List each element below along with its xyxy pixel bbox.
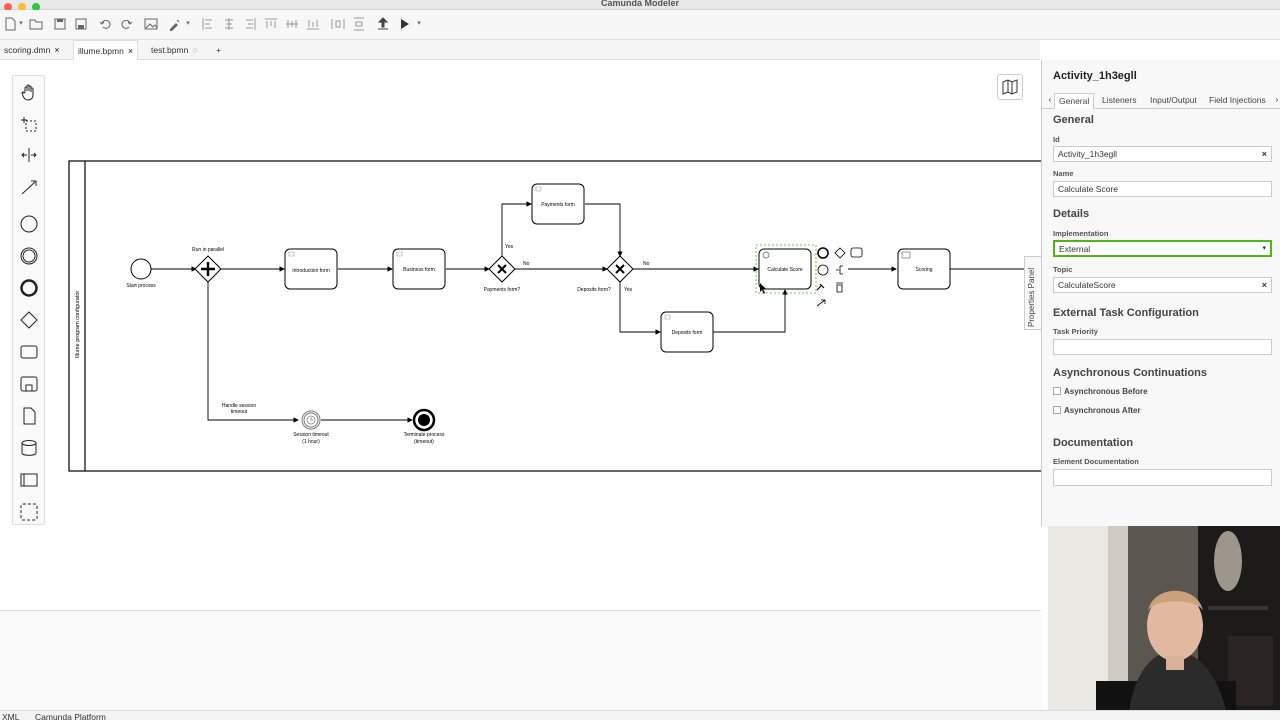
data-store-icon[interactable] xyxy=(20,439,38,457)
xml-view-toggle[interactable]: XML xyxy=(2,711,19,723)
svg-text:Deposits form: Deposits form xyxy=(672,330,703,336)
flow-label-no: No xyxy=(643,261,650,267)
id-field[interactable]: Activity_1h3egll × xyxy=(1053,146,1272,162)
bpmn-diagram[interactable]: Illume program configurator Start proces… xyxy=(0,0,1041,610)
element-id-title: Activity_1h3egll xyxy=(1053,70,1137,82)
flow-label-no: No xyxy=(523,261,530,267)
tab-listeners[interactable]: Listeners xyxy=(1098,93,1141,109)
trash-icon[interactable] xyxy=(836,282,843,293)
task-icon[interactable] xyxy=(20,343,38,361)
task-scoring[interactable]: Scoring xyxy=(897,248,951,290)
append-gateway-icon[interactable] xyxy=(834,247,846,259)
implementation-select[interactable]: External ▾ xyxy=(1053,240,1272,257)
tab-input-output[interactable]: Input/Output xyxy=(1146,93,1201,109)
wrench-icon[interactable] xyxy=(816,283,825,291)
clear-icon[interactable]: × xyxy=(1262,147,1267,161)
tabs-scroll-right-icon[interactable]: › xyxy=(1269,92,1280,108)
timer-boundary-event[interactable] xyxy=(301,410,321,430)
task-introduction-form[interactable]: Introduction form xyxy=(284,248,338,290)
global-connect-icon[interactable] xyxy=(20,178,38,196)
log-panel xyxy=(0,610,1041,710)
task-priority-field[interactable] xyxy=(1053,339,1272,355)
svg-text:Introduction form: Introduction form xyxy=(292,268,330,274)
properties-tabs: ‹ General Listeners Input/Output Field I… xyxy=(1042,91,1280,109)
name-label: Name xyxy=(1053,169,1074,178)
flow-label-yes: Yes xyxy=(624,287,633,293)
flow-label-timeout: Handle session timeout xyxy=(222,403,256,415)
task-payments-form[interactable]: Payments form xyxy=(531,183,585,225)
properties-panel: Activity_1h3egll ‹ General Listeners Inp… xyxy=(1041,60,1280,526)
task-priority-label: Task Priority xyxy=(1053,327,1098,336)
id-label: Id xyxy=(1053,135,1060,144)
task-deposits-form[interactable]: Deposits form xyxy=(660,311,714,353)
async-before-checkbox[interactable]: Asynchronous Before xyxy=(1053,387,1148,396)
map-icon xyxy=(1002,79,1018,95)
topic-field[interactable]: CalculateScore × xyxy=(1053,277,1272,293)
properties-panel-toggle[interactable]: Properties Panel xyxy=(1024,256,1041,330)
task-business-form[interactable]: Business form xyxy=(392,248,446,290)
section-general: General xyxy=(1053,114,1094,126)
start-event[interactable] xyxy=(130,258,152,280)
presenter-video xyxy=(1048,526,1280,720)
append-task-icon[interactable] xyxy=(850,247,863,258)
gateway-icon[interactable] xyxy=(20,311,38,329)
tab-field-injections[interactable]: Field Injections xyxy=(1205,93,1270,109)
parallel-gateway[interactable] xyxy=(194,255,222,283)
svg-text:Calculate Score: Calculate Score xyxy=(767,267,803,273)
status-bar: XML Camunda Platform xyxy=(0,710,1280,723)
topic-label: Topic xyxy=(1053,265,1073,274)
start-event-label: Start process xyxy=(126,283,156,289)
intermediate-event-icon[interactable] xyxy=(20,247,38,265)
end-event-label: Terminate process (timeout) xyxy=(404,432,445,445)
svg-text:Payments form: Payments form xyxy=(541,202,575,208)
implementation-label: Implementation xyxy=(1053,229,1109,238)
start-event-icon[interactable] xyxy=(20,215,38,233)
timer-event-label: Session timeout (1 hour) xyxy=(293,432,329,445)
lasso-tool-icon[interactable] xyxy=(20,115,38,133)
parallel-gateway-label: Run in parallel xyxy=(192,247,224,253)
clear-icon[interactable]: × xyxy=(1262,278,1267,292)
space-tool-icon[interactable] xyxy=(20,146,38,164)
terminate-end-event[interactable] xyxy=(412,408,436,432)
section-documentation: Documentation xyxy=(1053,437,1134,449)
append-intermediate-event-icon[interactable] xyxy=(817,264,829,276)
append-end-event-icon[interactable] xyxy=(817,247,829,259)
svg-text:Business form: Business form xyxy=(403,267,435,273)
async-after-checkbox[interactable]: Asynchronous After xyxy=(1053,406,1141,415)
pool-icon[interactable] xyxy=(20,471,38,489)
section-async: Asynchronous Continuations xyxy=(1053,367,1207,379)
exclusive-gateway-payments[interactable] xyxy=(488,255,516,283)
webcam-overlay xyxy=(1048,526,1280,720)
tool-palette xyxy=(12,75,45,525)
hand-tool-icon[interactable] xyxy=(20,83,38,101)
exclusive-gateway-deposits[interactable] xyxy=(606,255,634,283)
chevron-down-icon: ▾ xyxy=(1262,245,1266,252)
flow-label-yes: Yes xyxy=(505,244,514,250)
section-details: Details xyxy=(1053,208,1090,220)
element-documentation-field[interactable] xyxy=(1053,469,1272,486)
tab-general[interactable]: General xyxy=(1054,93,1095,109)
minimap-toggle-button[interactable] xyxy=(997,74,1023,100)
svg-text:Scoring: Scoring xyxy=(916,267,933,273)
connect-arrow-icon[interactable] xyxy=(816,299,826,307)
gateway-deposits-label: Deposits form? xyxy=(577,287,611,293)
task-calculate-score[interactable]: Calculate Score xyxy=(755,244,817,294)
engine-profile[interactable]: Camunda Platform xyxy=(35,711,106,723)
group-icon[interactable] xyxy=(20,503,38,521)
subprocess-icon[interactable] xyxy=(20,375,38,393)
text-annotation-icon[interactable] xyxy=(836,265,843,275)
context-pad[interactable] xyxy=(816,247,863,307)
section-external-task: External Task Configuration xyxy=(1053,307,1199,319)
element-documentation-label: Element Documentation xyxy=(1053,457,1139,466)
pool-label: Illume program configurator xyxy=(75,291,81,358)
end-event-icon[interactable] xyxy=(20,279,38,297)
gateway-payments-label: Payments form? xyxy=(484,287,521,293)
name-field[interactable]: Calculate Score xyxy=(1053,181,1272,197)
data-object-icon[interactable] xyxy=(20,407,38,425)
